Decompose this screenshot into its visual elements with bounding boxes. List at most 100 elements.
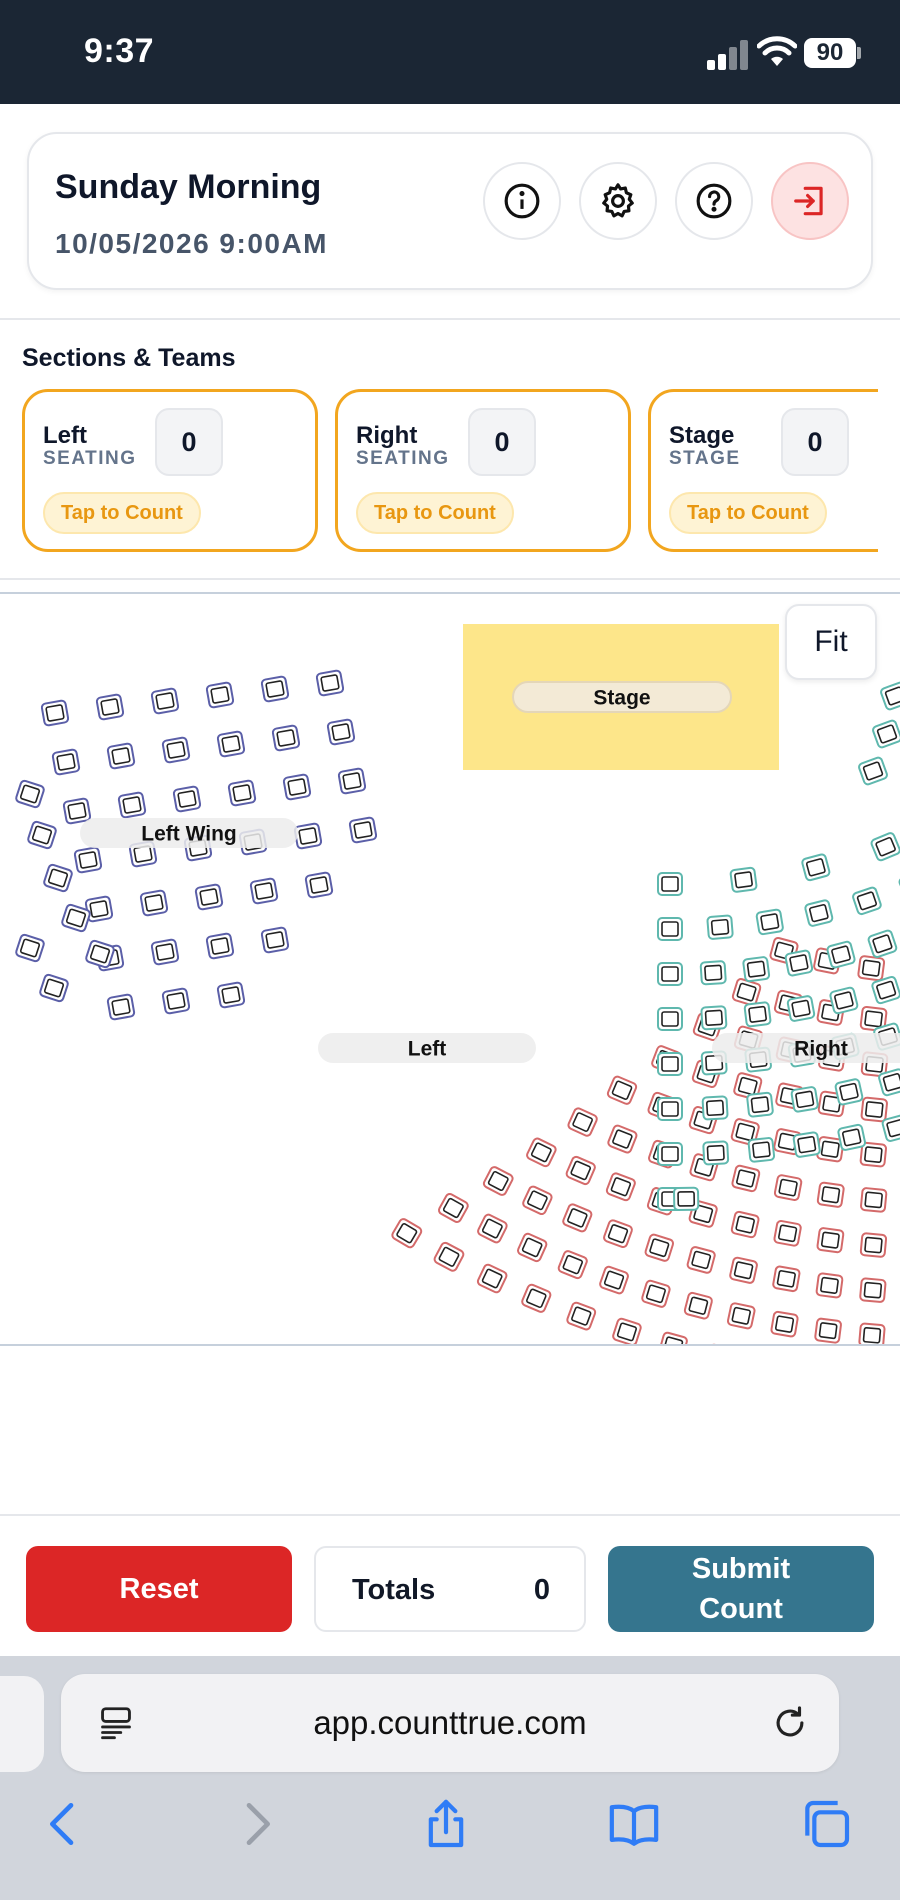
tap-to-count-button[interactable]: Tap to Count: [356, 492, 514, 534]
seat[interactable]: [686, 1246, 716, 1274]
seat[interactable]: [139, 889, 169, 917]
seat[interactable]: [477, 1213, 508, 1244]
seat[interactable]: [872, 719, 900, 749]
seat[interactable]: [95, 693, 125, 721]
seat[interactable]: [605, 1172, 636, 1202]
seat[interactable]: [315, 669, 345, 697]
seating-map[interactable]: Stage Left Wing Left Right Fit: [0, 592, 900, 1346]
seat[interactable]: [27, 820, 57, 850]
seat[interactable]: [562, 1203, 593, 1233]
tap-to-count-button[interactable]: Tap to Count: [43, 492, 201, 534]
back-icon[interactable]: [36, 1796, 92, 1852]
seat[interactable]: [260, 926, 290, 954]
seat[interactable]: [106, 742, 136, 770]
seat[interactable]: [755, 908, 784, 936]
seat[interactable]: [51, 748, 81, 776]
seat[interactable]: [860, 1096, 888, 1123]
seat[interactable]: [172, 785, 202, 813]
seat[interactable]: [657, 1097, 683, 1121]
seat[interactable]: [859, 1232, 888, 1258]
seat[interactable]: [786, 995, 816, 1022]
seat[interactable]: [814, 1317, 842, 1344]
seat[interactable]: [433, 1241, 465, 1272]
seat[interactable]: [85, 939, 115, 969]
seat[interactable]: [476, 1263, 508, 1294]
seat[interactable]: [657, 1007, 683, 1031]
seat[interactable]: [260, 675, 290, 703]
seat[interactable]: [867, 929, 898, 958]
seat[interactable]: [337, 767, 367, 795]
seat[interactable]: [701, 1095, 729, 1121]
seat[interactable]: [859, 1277, 887, 1303]
seat[interactable]: [657, 917, 683, 941]
seat[interactable]: [657, 872, 683, 896]
section-card-right[interactable]: Right SEATING 0 Tap to Count: [335, 389, 631, 552]
settings-button[interactable]: [579, 162, 657, 240]
seat[interactable]: [106, 993, 136, 1021]
seat[interactable]: [641, 1279, 671, 1308]
seat[interactable]: [773, 1174, 803, 1202]
seat[interactable]: [852, 886, 882, 916]
seat[interactable]: [117, 791, 147, 819]
seat[interactable]: [834, 1078, 864, 1106]
seat[interactable]: [194, 883, 224, 911]
seat[interactable]: [205, 681, 235, 709]
seat[interactable]: [742, 956, 771, 983]
seat[interactable]: [658, 1331, 688, 1346]
seating-map-canvas[interactable]: Stage Left Wing Left Right: [0, 594, 900, 1346]
seat[interactable]: [326, 718, 356, 746]
seat[interactable]: [293, 822, 323, 850]
bookmarks-icon[interactable]: [606, 1796, 662, 1852]
seat[interactable]: [731, 1164, 761, 1193]
seat[interactable]: [857, 955, 886, 982]
seat[interactable]: [15, 779, 45, 809]
seat[interactable]: [348, 816, 378, 844]
seat[interactable]: [815, 1272, 844, 1299]
seat[interactable]: [40, 699, 70, 727]
seat[interactable]: [271, 724, 301, 752]
seat[interactable]: [816, 1227, 845, 1254]
seat[interactable]: [205, 932, 235, 960]
seat[interactable]: [73, 846, 103, 874]
submit-count-button[interactable]: Submit Count: [608, 1546, 874, 1632]
seat[interactable]: [612, 1317, 642, 1346]
seat[interactable]: [391, 1218, 423, 1249]
seat[interactable]: [216, 730, 246, 758]
seat[interactable]: [729, 866, 758, 893]
seat[interactable]: [437, 1192, 470, 1224]
seat[interactable]: [521, 1283, 552, 1313]
seat[interactable]: [770, 1310, 799, 1338]
seat[interactable]: [730, 1210, 760, 1239]
seat[interactable]: [567, 1107, 598, 1137]
seat[interactable]: [43, 863, 73, 893]
seat[interactable]: [816, 1181, 845, 1208]
seat[interactable]: [790, 1086, 819, 1113]
seat[interactable]: [773, 1219, 802, 1247]
section-card-stage[interactable]: Stage STAGE 0 Tap to Count: [648, 389, 878, 552]
seat[interactable]: [62, 797, 92, 825]
seat[interactable]: [858, 1322, 886, 1346]
seat[interactable]: [837, 1123, 866, 1151]
seat[interactable]: [699, 960, 727, 986]
seat[interactable]: [743, 1001, 772, 1028]
seat[interactable]: [603, 1219, 633, 1249]
previous-tab-preview[interactable]: [0, 1676, 44, 1772]
seat[interactable]: [39, 973, 69, 1003]
reset-button[interactable]: Reset: [26, 1546, 292, 1632]
seat[interactable]: [15, 933, 45, 963]
seat[interactable]: [150, 687, 180, 715]
seat[interactable]: [526, 1137, 557, 1168]
fit-button[interactable]: Fit: [785, 604, 877, 680]
seat[interactable]: [870, 832, 900, 862]
seat[interactable]: [683, 1291, 713, 1320]
seat[interactable]: [705, 1343, 735, 1346]
share-icon[interactable]: [418, 1796, 474, 1852]
seat[interactable]: [801, 853, 831, 882]
seat[interactable]: [216, 981, 246, 1009]
seat[interactable]: [282, 773, 312, 801]
seat[interactable]: [482, 1166, 514, 1197]
seat[interactable]: [522, 1185, 553, 1216]
seat[interactable]: [565, 1155, 596, 1186]
seat[interactable]: [517, 1232, 548, 1263]
seat[interactable]: [784, 949, 814, 977]
